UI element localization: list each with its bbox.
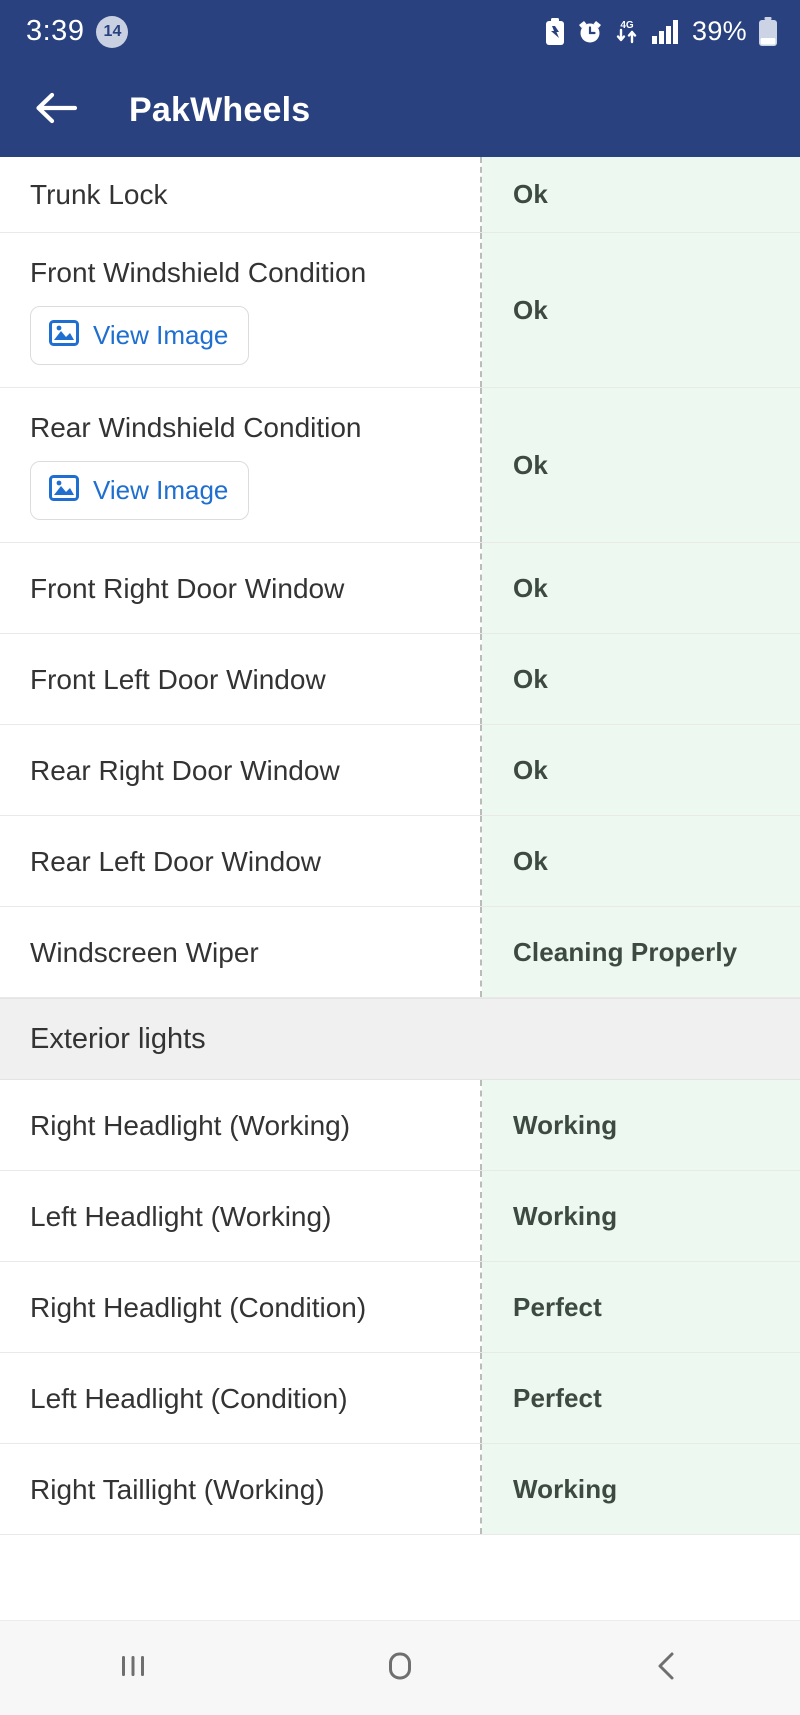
row-label-cell: Front Right Door Window <box>0 543 482 633</box>
table-row: Front Right Door Window Ok <box>0 543 800 634</box>
row-value: Ok <box>513 663 548 694</box>
row-label: Left Headlight (Working) <box>30 1200 332 1232</box>
row-value-cell: Ok <box>482 725 800 815</box>
row-value-cell: Ok <box>482 157 800 232</box>
table-row: Right Taillight (Working) Working <box>0 1444 800 1535</box>
status-time: 3:39 <box>26 15 85 47</box>
table-row: Trunk Lock Ok <box>0 157 800 233</box>
battery-saver-icon <box>544 17 566 46</box>
row-label: Rear Windshield Condition <box>30 412 362 443</box>
row-value: Perfect <box>513 1291 602 1322</box>
row-label: Rear Left Door Window <box>30 845 322 877</box>
row-value-cell: Working <box>482 1171 800 1261</box>
signal-bars-icon <box>651 19 681 45</box>
svg-text:4G: 4G <box>620 20 634 31</box>
recents-icon <box>116 1649 150 1688</box>
row-value-cell: Ok <box>482 233 800 387</box>
battery-icon <box>758 16 778 47</box>
status-bar: 3:39 14 4G 39% <box>0 0 800 63</box>
back-chevron-icon <box>650 1649 684 1688</box>
row-label: Front Right Door Window <box>30 572 345 604</box>
app-bar: PakWheels <box>0 63 800 157</box>
row-value: Cleaning Properly <box>513 936 738 967</box>
status-bar-left: 3:39 14 <box>26 15 129 48</box>
row-value-cell: Ok <box>482 634 800 724</box>
row-label-cell: Left Headlight (Condition) <box>0 1353 482 1443</box>
notification-count-badge: 14 <box>96 15 129 48</box>
table-row: Windscreen Wiper Cleaning Properly <box>0 907 800 998</box>
row-label: Front Windshield Condition <box>30 257 367 288</box>
app-screen: 3:39 14 4G 39% PakWheels Trunk Lock Ok F… <box>0 0 800 1715</box>
back-nav-button[interactable] <box>607 1621 727 1715</box>
table-row: Rear Windshield Condition View Image Ok <box>0 388 800 543</box>
alarm-icon <box>577 19 603 45</box>
row-value: Perfect <box>513 1382 602 1413</box>
row-value: Ok <box>513 179 548 209</box>
row-label-cell: Left Headlight (Working) <box>0 1171 482 1261</box>
view-image-button[interactable]: View Image <box>30 306 250 365</box>
row-value-cell: Working <box>482 1444 800 1534</box>
row-label: Right Headlight (Working) <box>30 1109 351 1141</box>
view-image-button[interactable]: View Image <box>30 461 250 520</box>
image-icon <box>49 473 79 508</box>
row-value-cell: Ok <box>482 816 800 906</box>
status-bar-right: 4G 39% <box>544 16 778 47</box>
row-label-cell: Rear Left Door Window <box>0 816 482 906</box>
home-icon <box>382 1648 418 1689</box>
row-label-cell: Right Taillight (Working) <box>0 1444 482 1534</box>
row-label: Right Headlight (Condition) <box>30 1291 367 1323</box>
row-value-cell: Perfect <box>482 1262 800 1352</box>
back-button[interactable] <box>28 82 84 138</box>
row-value-cell: Perfect <box>482 1353 800 1443</box>
row-label-cell: Front Windshield Condition View Image <box>0 233 482 387</box>
inspection-table[interactable]: Trunk Lock Ok Front Windshield Condition Vi… <box>0 157 800 1620</box>
section-header: Exterior lights <box>0 998 800 1080</box>
recents-button[interactable] <box>73 1621 193 1715</box>
row-label: Rear Right Door Window <box>30 754 340 786</box>
row-label: Right Taillight (Working) <box>30 1473 325 1505</box>
back-arrow-icon <box>35 91 78 130</box>
row-label-cell: Front Left Door Window <box>0 634 482 724</box>
row-value: Ok <box>513 845 548 876</box>
row-value: Ok <box>513 294 548 325</box>
page-title: PakWheels <box>129 90 311 129</box>
home-button[interactable] <box>340 1621 460 1715</box>
row-label-cell: Rear Windshield Condition View Image <box>0 388 482 542</box>
section-title: Exterior lights <box>30 1022 206 1055</box>
row-label-cell: Windscreen Wiper <box>0 907 482 997</box>
row-value-cell: Ok <box>482 543 800 633</box>
row-label-cell: Trunk Lock <box>0 157 482 232</box>
android-nav-bar <box>0 1620 800 1715</box>
image-icon <box>49 318 79 353</box>
row-value-cell: Ok <box>482 388 800 542</box>
view-image-label: View Image <box>93 320 229 350</box>
table-row: Left Headlight (Condition) Perfect <box>0 1353 800 1444</box>
table-row: Left Headlight (Working) Working <box>0 1171 800 1262</box>
row-label-cell: Right Headlight (Working) <box>0 1080 482 1170</box>
row-value-cell: Cleaning Properly <box>482 907 800 997</box>
row-value: Working <box>513 1473 618 1504</box>
battery-percent-label: 39% <box>692 16 747 46</box>
table-row: Front Windshield Condition View Image Ok <box>0 233 800 388</box>
mobile-data-4g-icon: 4G <box>614 17 640 47</box>
row-label: Front Left Door Window <box>30 663 326 695</box>
table-row: Rear Right Door Window Ok <box>0 725 800 816</box>
row-label-cell: Right Headlight (Condition) <box>0 1262 482 1352</box>
view-image-label: View Image <box>93 475 229 505</box>
row-value: Working <box>513 1200 618 1231</box>
table-row: Rear Left Door Window Ok <box>0 816 800 907</box>
row-value: Working <box>513 1109 618 1140</box>
row-value: Ok <box>513 754 548 785</box>
row-value: Ok <box>513 449 548 480</box>
row-value: Ok <box>513 572 548 603</box>
row-label: Windscreen Wiper <box>30 936 259 968</box>
row-value-cell: Working <box>482 1080 800 1170</box>
table-row: Front Left Door Window Ok <box>0 634 800 725</box>
table-row: Right Headlight (Condition) Perfect <box>0 1262 800 1353</box>
row-label: Trunk Lock <box>30 179 168 210</box>
table-row: Right Headlight (Working) Working <box>0 1080 800 1171</box>
row-label-cell: Rear Right Door Window <box>0 725 482 815</box>
row-label: Left Headlight (Condition) <box>30 1382 348 1414</box>
inspection-rows: Trunk Lock Ok Front Windshield Condition Vi… <box>0 157 800 1535</box>
